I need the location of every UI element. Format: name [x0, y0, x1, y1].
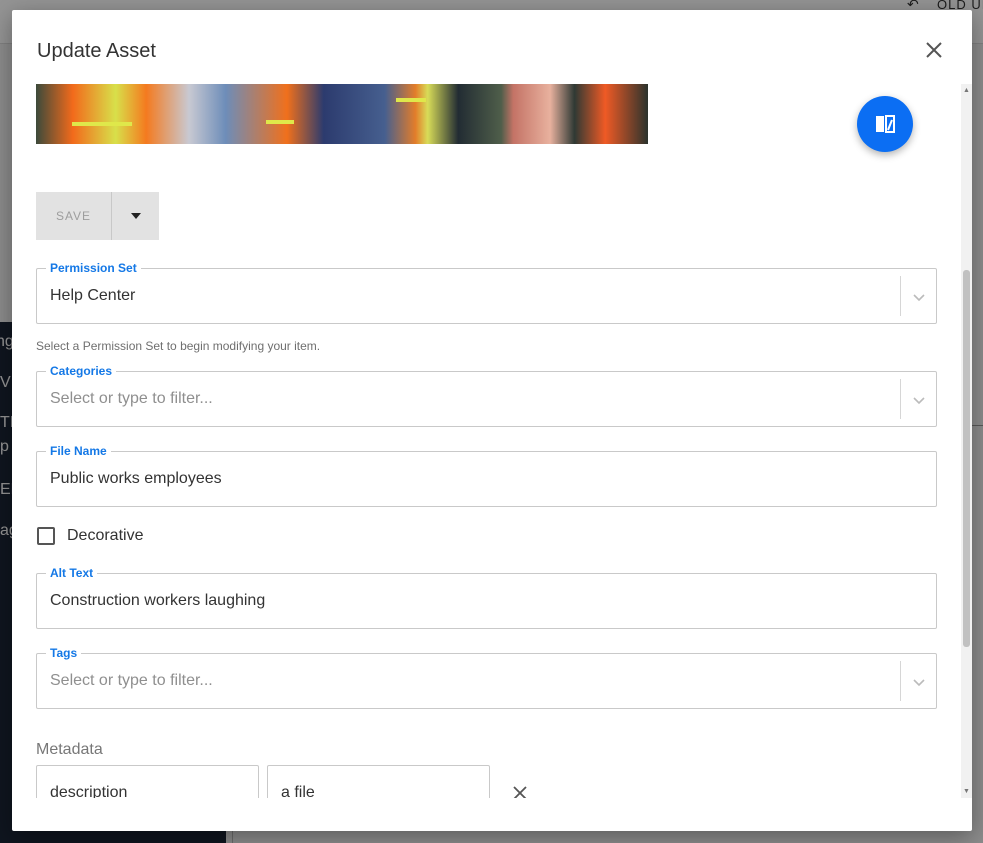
- permission-set-helper: Select a Permission Set to begin modifyi…: [36, 339, 321, 353]
- update-asset-dialog: Update Asset SAVE Permission Set Help Ce…: [12, 10, 972, 831]
- compare-button[interactable]: [857, 96, 913, 152]
- save-split-button: SAVE: [36, 192, 159, 240]
- close-icon: [513, 786, 527, 798]
- file-name-field[interactable]: File Name Public works employees: [36, 444, 937, 507]
- metadata-key-value: description: [50, 784, 128, 798]
- decorative-checkbox-row[interactable]: Decorative: [37, 527, 143, 545]
- alt-text-label: Alt Text: [46, 566, 98, 580]
- file-name-value: Public works employees: [50, 470, 222, 487]
- metadata-key-field[interactable]: description: [36, 765, 259, 798]
- tags-select[interactable]: Tags Select or type to filter...: [36, 646, 937, 709]
- save-button[interactable]: SAVE: [36, 192, 111, 240]
- decorative-label: Decorative: [67, 527, 144, 544]
- chevron-down-icon[interactable]: [909, 287, 929, 307]
- permission-set-value: Help Center: [50, 287, 136, 304]
- remove-metadata-button[interactable]: [508, 781, 532, 798]
- permission-set-label: Permission Set: [46, 261, 141, 275]
- permission-set-select[interactable]: Permission Set Help Center: [36, 261, 937, 324]
- categories-placeholder: Select or type to filter...: [50, 390, 213, 407]
- chevron-down-icon[interactable]: [909, 390, 929, 410]
- dialog-scrollbar[interactable]: ▲ ▼: [961, 84, 972, 798]
- metadata-heading: Metadata: [36, 741, 103, 758]
- categories-select[interactable]: Categories Select or type to filter...: [36, 364, 937, 427]
- dialog-title: Update Asset: [37, 40, 156, 62]
- alt-text-value: Construction workers laughing: [50, 592, 266, 609]
- file-name-label: File Name: [46, 444, 111, 458]
- close-button[interactable]: [920, 36, 948, 64]
- compare-icon: [876, 115, 895, 133]
- save-menu-button[interactable]: [111, 192, 159, 240]
- tags-placeholder: Select or type to filter...: [50, 672, 213, 689]
- scroll-up-icon[interactable]: ▲: [962, 86, 971, 95]
- caret-down-icon: [130, 213, 141, 219]
- alt-text-field[interactable]: Alt Text Construction workers laughing: [36, 566, 937, 629]
- tags-label: Tags: [46, 646, 82, 660]
- chevron-down-icon[interactable]: [909, 672, 929, 692]
- dialog-body: SAVE Permission Set Help Center Select a…: [12, 84, 972, 798]
- metadata-value-value: a file: [281, 784, 315, 798]
- asset-preview-image: [36, 84, 648, 144]
- metadata-value-field[interactable]: a file: [267, 765, 490, 798]
- scrollbar-thumb[interactable]: [963, 270, 970, 647]
- close-icon: [926, 42, 942, 58]
- scroll-down-icon[interactable]: ▼: [962, 787, 971, 796]
- decorative-checkbox[interactable]: [37, 527, 55, 545]
- categories-label: Categories: [46, 364, 117, 378]
